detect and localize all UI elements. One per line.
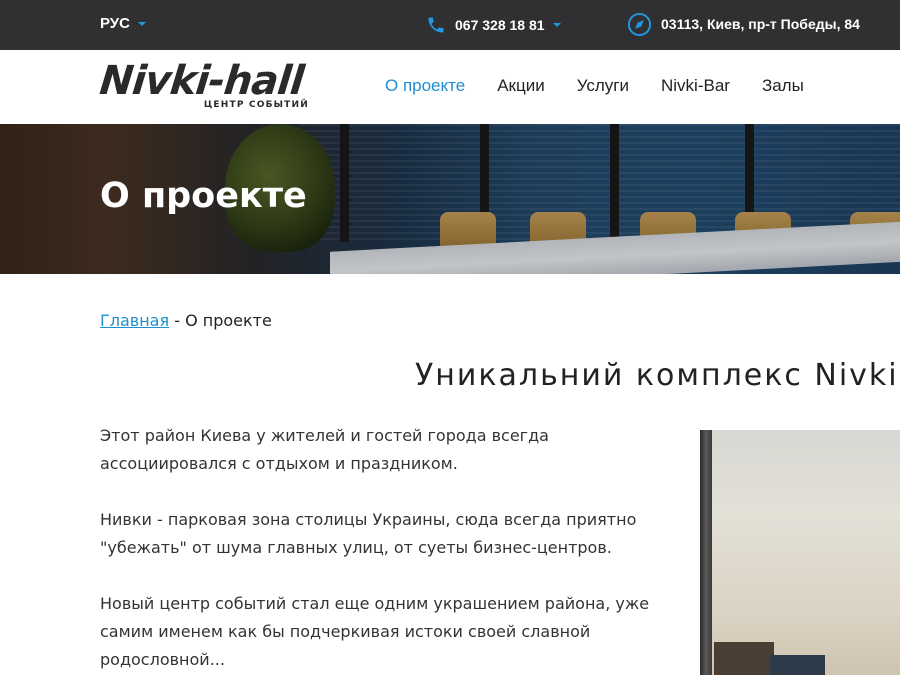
main-nav: О проекте Акции Услуги Nivki-Bar Залы	[385, 76, 836, 96]
phone-selector[interactable]: 067 328 18 81	[426, 13, 561, 37]
paragraph: Этот район Киева у жителей и гостей горо…	[100, 426, 549, 473]
top-bar: РУС 067 328 18 81 03113, Киев, пр-т Побе…	[0, 0, 900, 50]
site-header: Nivki-hall ЦЕНТР СОБЫТИЙ О проекте Акции…	[0, 50, 900, 124]
photo-building-edge	[700, 430, 712, 675]
nav-item-nivki-bar[interactable]: Nivki-Bar	[661, 76, 730, 96]
language-selector[interactable]: РУС	[100, 15, 146, 32]
address-text: 03113, Киев, пр-т Победы, 84	[661, 16, 860, 32]
photo-building	[770, 655, 825, 675]
nav-item-services[interactable]: Услуги	[577, 76, 629, 96]
section-title: Уникальний комплекс Nivki	[415, 358, 899, 393]
address-block: 03113, Киев, пр-т Победы, 84	[627, 11, 860, 37]
logo[interactable]: Nivki-hall ЦЕНТР СОБЫТИЙ	[98, 58, 315, 114]
paragraph: Нивки - парковая зона столицы Украины, с…	[100, 510, 637, 557]
breadcrumb-current: О проекте	[185, 311, 272, 330]
breadcrumb-separator: -	[169, 311, 186, 330]
logo-wordmark: Nivki-hall	[97, 58, 306, 104]
breadcrumb-home-link[interactable]: Главная	[100, 311, 169, 330]
hero-banner: О проекте	[0, 124, 900, 274]
nav-item-halls[interactable]: Залы	[762, 76, 804, 96]
article-text: Этот район Киева у жителей и гостей горо…	[100, 422, 690, 675]
nav-item-about[interactable]: О проекте	[385, 76, 465, 96]
venue-photo	[700, 430, 900, 675]
photo-building	[714, 642, 774, 675]
nav-item-promotions[interactable]: Акции	[497, 76, 545, 96]
logo-subtitle: ЦЕНТР СОБЫТИЙ	[203, 100, 309, 110]
breadcrumb: Главная - О проекте	[100, 311, 272, 330]
phone-icon	[428, 17, 444, 33]
paragraph: Новый центр событий стал еще одним украш…	[100, 594, 650, 669]
language-label: РУС	[100, 15, 130, 32]
chevron-down-icon	[552, 23, 561, 27]
chevron-down-icon	[137, 22, 146, 27]
page-title: О проекте	[100, 176, 307, 216]
phone-number: 067 328 18 81	[455, 17, 545, 33]
compass-icon	[627, 12, 652, 36]
